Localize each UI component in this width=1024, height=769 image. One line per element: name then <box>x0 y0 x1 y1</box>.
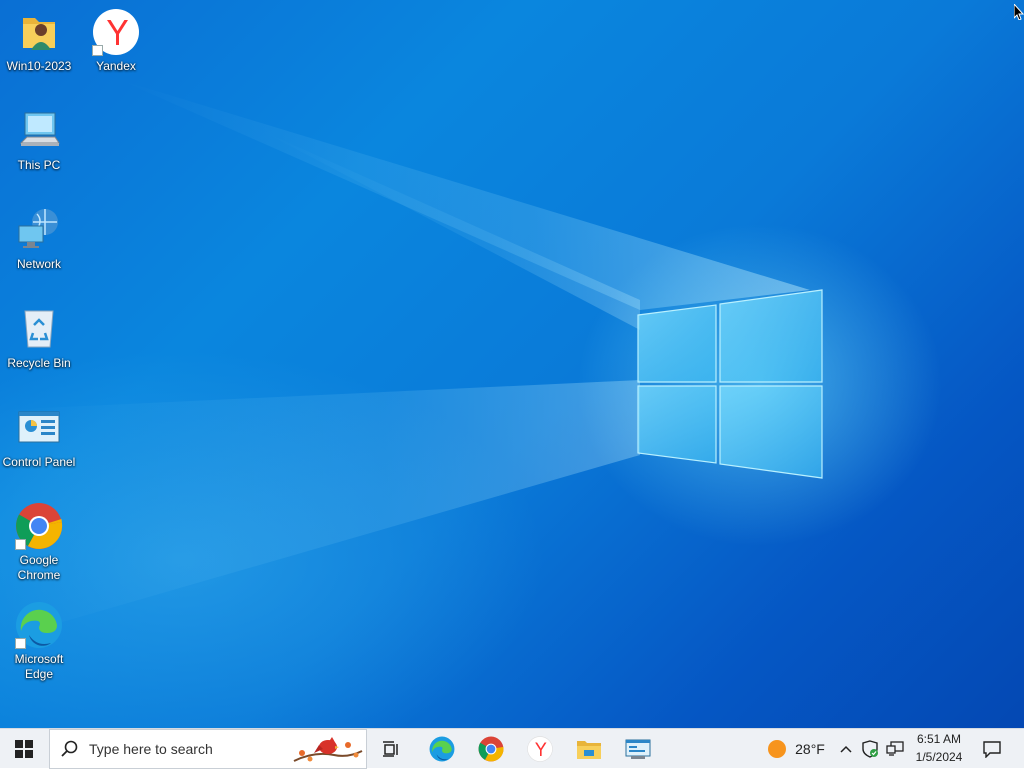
clock[interactable]: 6:51 AM 1/5/2024 <box>910 729 968 769</box>
task-view-icon <box>383 741 398 757</box>
taskbar: Type here to search 28°F 6:51 AM 1/5/202… <box>0 728 1024 769</box>
chrome-icon <box>478 736 504 762</box>
desktop-icon-label: Control Panel <box>2 455 76 469</box>
desktop[interactable]: Win10-2023 Yandex This PC Network Recycl… <box>0 0 1024 728</box>
windows-start-icon <box>15 740 33 758</box>
taskbar-yandex[interactable] <box>516 729 564 769</box>
network-icon <box>15 206 63 254</box>
desktop-icon-this-pc[interactable]: This PC <box>1 107 77 173</box>
edge-icon <box>15 601 63 649</box>
clock-date: 1/5/2024 <box>915 750 963 764</box>
control-panel-icon <box>15 404 63 452</box>
wallpaper-beams <box>0 80 810 640</box>
file-explorer-icon <box>577 741 601 759</box>
weather-widget[interactable]: 28°F <box>762 729 830 769</box>
sun-icon <box>768 740 787 758</box>
desktop-icon-label: Yandex <box>96 59 136 73</box>
recycle-bin-icon <box>15 305 63 353</box>
show-hidden-icons-button[interactable] <box>836 729 856 769</box>
security-tray-button[interactable] <box>860 729 880 769</box>
clock-time: 6:51 AM <box>916 732 962 746</box>
yandex-icon <box>527 736 553 762</box>
desktop-icon-microsoft-edge[interactable]: Microsoft Edge <box>1 601 77 682</box>
taskbar-edge[interactable] <box>418 729 466 769</box>
search-placeholder: Type here to search <box>89 741 213 757</box>
desktop-icon-google-chrome[interactable]: Google Chrome <box>1 502 77 583</box>
taskbar-file-explorer[interactable] <box>565 729 613 769</box>
control-panel-icon <box>625 739 651 759</box>
yandex-icon <box>92 8 140 56</box>
computer-icon <box>15 107 63 155</box>
edge-icon <box>429 736 455 762</box>
desktop-icon-label: Google Chrome <box>17 553 61 582</box>
search-icon <box>61 740 78 757</box>
task-view-button[interactable] <box>368 729 416 769</box>
cardinal-bird-icon <box>293 737 363 762</box>
desktop-icon-win10-2023[interactable]: Win10-2023 <box>1 8 77 74</box>
mouse-cursor-icon <box>1014 4 1024 20</box>
desktop-icon-label: This PC <box>17 158 61 172</box>
network-tray-button[interactable] <box>884 729 906 769</box>
desktop-icon-control-panel[interactable]: Control Panel <box>1 404 77 470</box>
chrome-icon <box>15 502 63 550</box>
weather-temperature: 28°F <box>795 741 825 757</box>
taskbar-control-panel[interactable] <box>614 729 662 769</box>
user-folder-icon <box>15 8 63 56</box>
taskbar-chrome[interactable] <box>467 729 515 769</box>
windows-logo-wallpaper <box>637 289 823 479</box>
shield-icon <box>862 740 878 758</box>
chevron-up-icon <box>840 745 852 753</box>
start-button[interactable] <box>0 729 48 769</box>
network-icon <box>886 741 904 756</box>
notification-icon <box>983 741 1001 758</box>
desktop-icon-yandex[interactable]: Yandex <box>78 8 154 74</box>
desktop-icon-label: Recycle Bin <box>7 356 71 370</box>
desktop-icon-label: Microsoft Edge <box>14 652 64 681</box>
search-box[interactable]: Type here to search <box>49 729 367 769</box>
desktop-icon-label: Network <box>16 257 61 271</box>
desktop-icon-label: Win10-2023 <box>6 59 72 73</box>
action-center-button[interactable] <box>972 729 1012 769</box>
desktop-icon-recycle-bin[interactable]: Recycle Bin <box>1 305 77 371</box>
desktop-icon-network[interactable]: Network <box>1 206 77 272</box>
